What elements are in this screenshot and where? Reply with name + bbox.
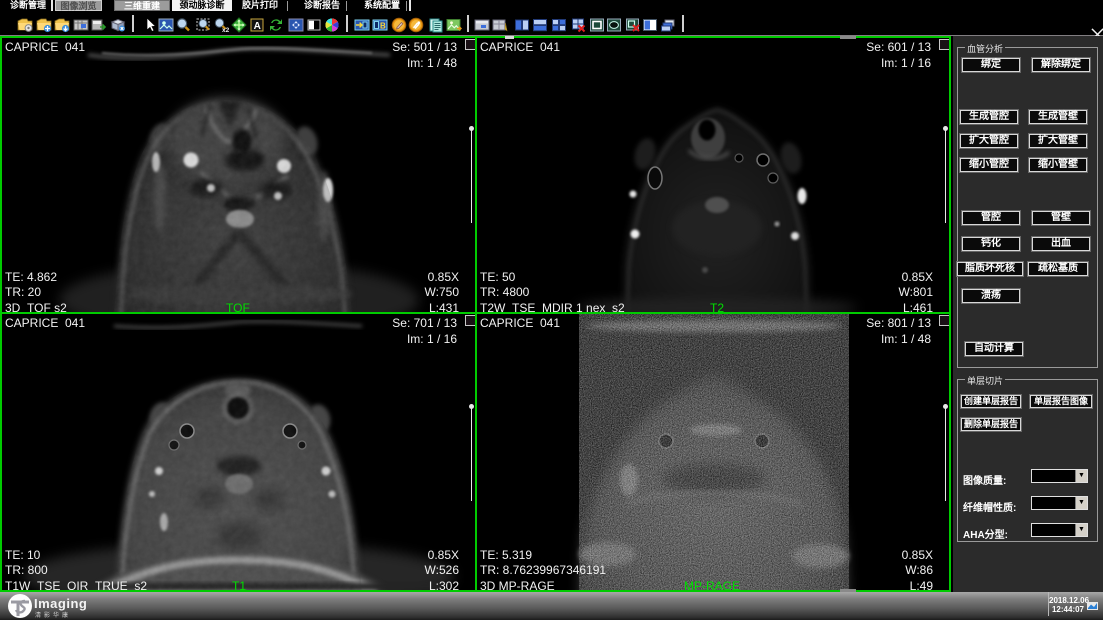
svg-text:B: B bbox=[380, 22, 386, 31]
svg-text:A: A bbox=[254, 21, 261, 32]
svg-text:x2: x2 bbox=[222, 27, 229, 33]
